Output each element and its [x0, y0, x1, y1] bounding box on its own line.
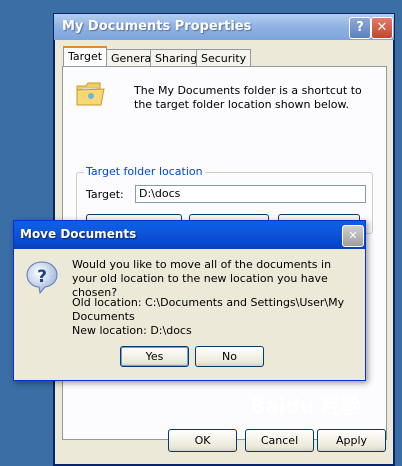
move-message: Would you like to move all of the docume…	[72, 258, 332, 299]
ok-button[interactable]: OK	[168, 429, 237, 452]
target-label: Target:	[86, 188, 124, 201]
target-folder-group-label: Target folder location	[84, 165, 205, 178]
no-button[interactable]: No	[195, 346, 264, 367]
baidu-watermark: Baidu 经验	[250, 394, 362, 418]
move-close-button[interactable]: ✕	[342, 225, 364, 247]
tab-sharing[interactable]: Sharing	[150, 49, 203, 67]
move-title: Move Documents	[20, 227, 137, 241]
location-info: Old location: C:\Documents and Settings\…	[72, 296, 365, 338]
close-button[interactable]: ✕	[371, 17, 393, 39]
help-button[interactable]: ?	[349, 17, 371, 39]
svg-text:?: ?	[37, 267, 47, 287]
apply-button[interactable]: Apply	[317, 429, 386, 452]
target-description: The My Documents folder is a shortcut to…	[134, 84, 362, 111]
my-documents-folder-icon	[74, 76, 108, 113]
move-titlebar[interactable]: Move Documents ✕	[14, 221, 365, 249]
new-location: New location: D:\docs	[72, 324, 192, 337]
yes-button[interactable]: Yes	[120, 346, 189, 367]
question-icon: ?	[24, 259, 60, 298]
target-input[interactable]: D:\docs	[135, 185, 366, 203]
tab-security[interactable]: Security	[196, 49, 252, 67]
properties-titlebar[interactable]: My Documents Properties ? ✕	[54, 14, 394, 40]
properties-title: My Documents Properties	[62, 19, 252, 34]
move-documents-dialog: Move Documents ✕ ? Would you like to mov…	[13, 220, 366, 381]
old-location: Old location: C:\Documents and Settings\…	[72, 296, 345, 323]
cancel-button[interactable]: Cancel	[245, 429, 314, 452]
